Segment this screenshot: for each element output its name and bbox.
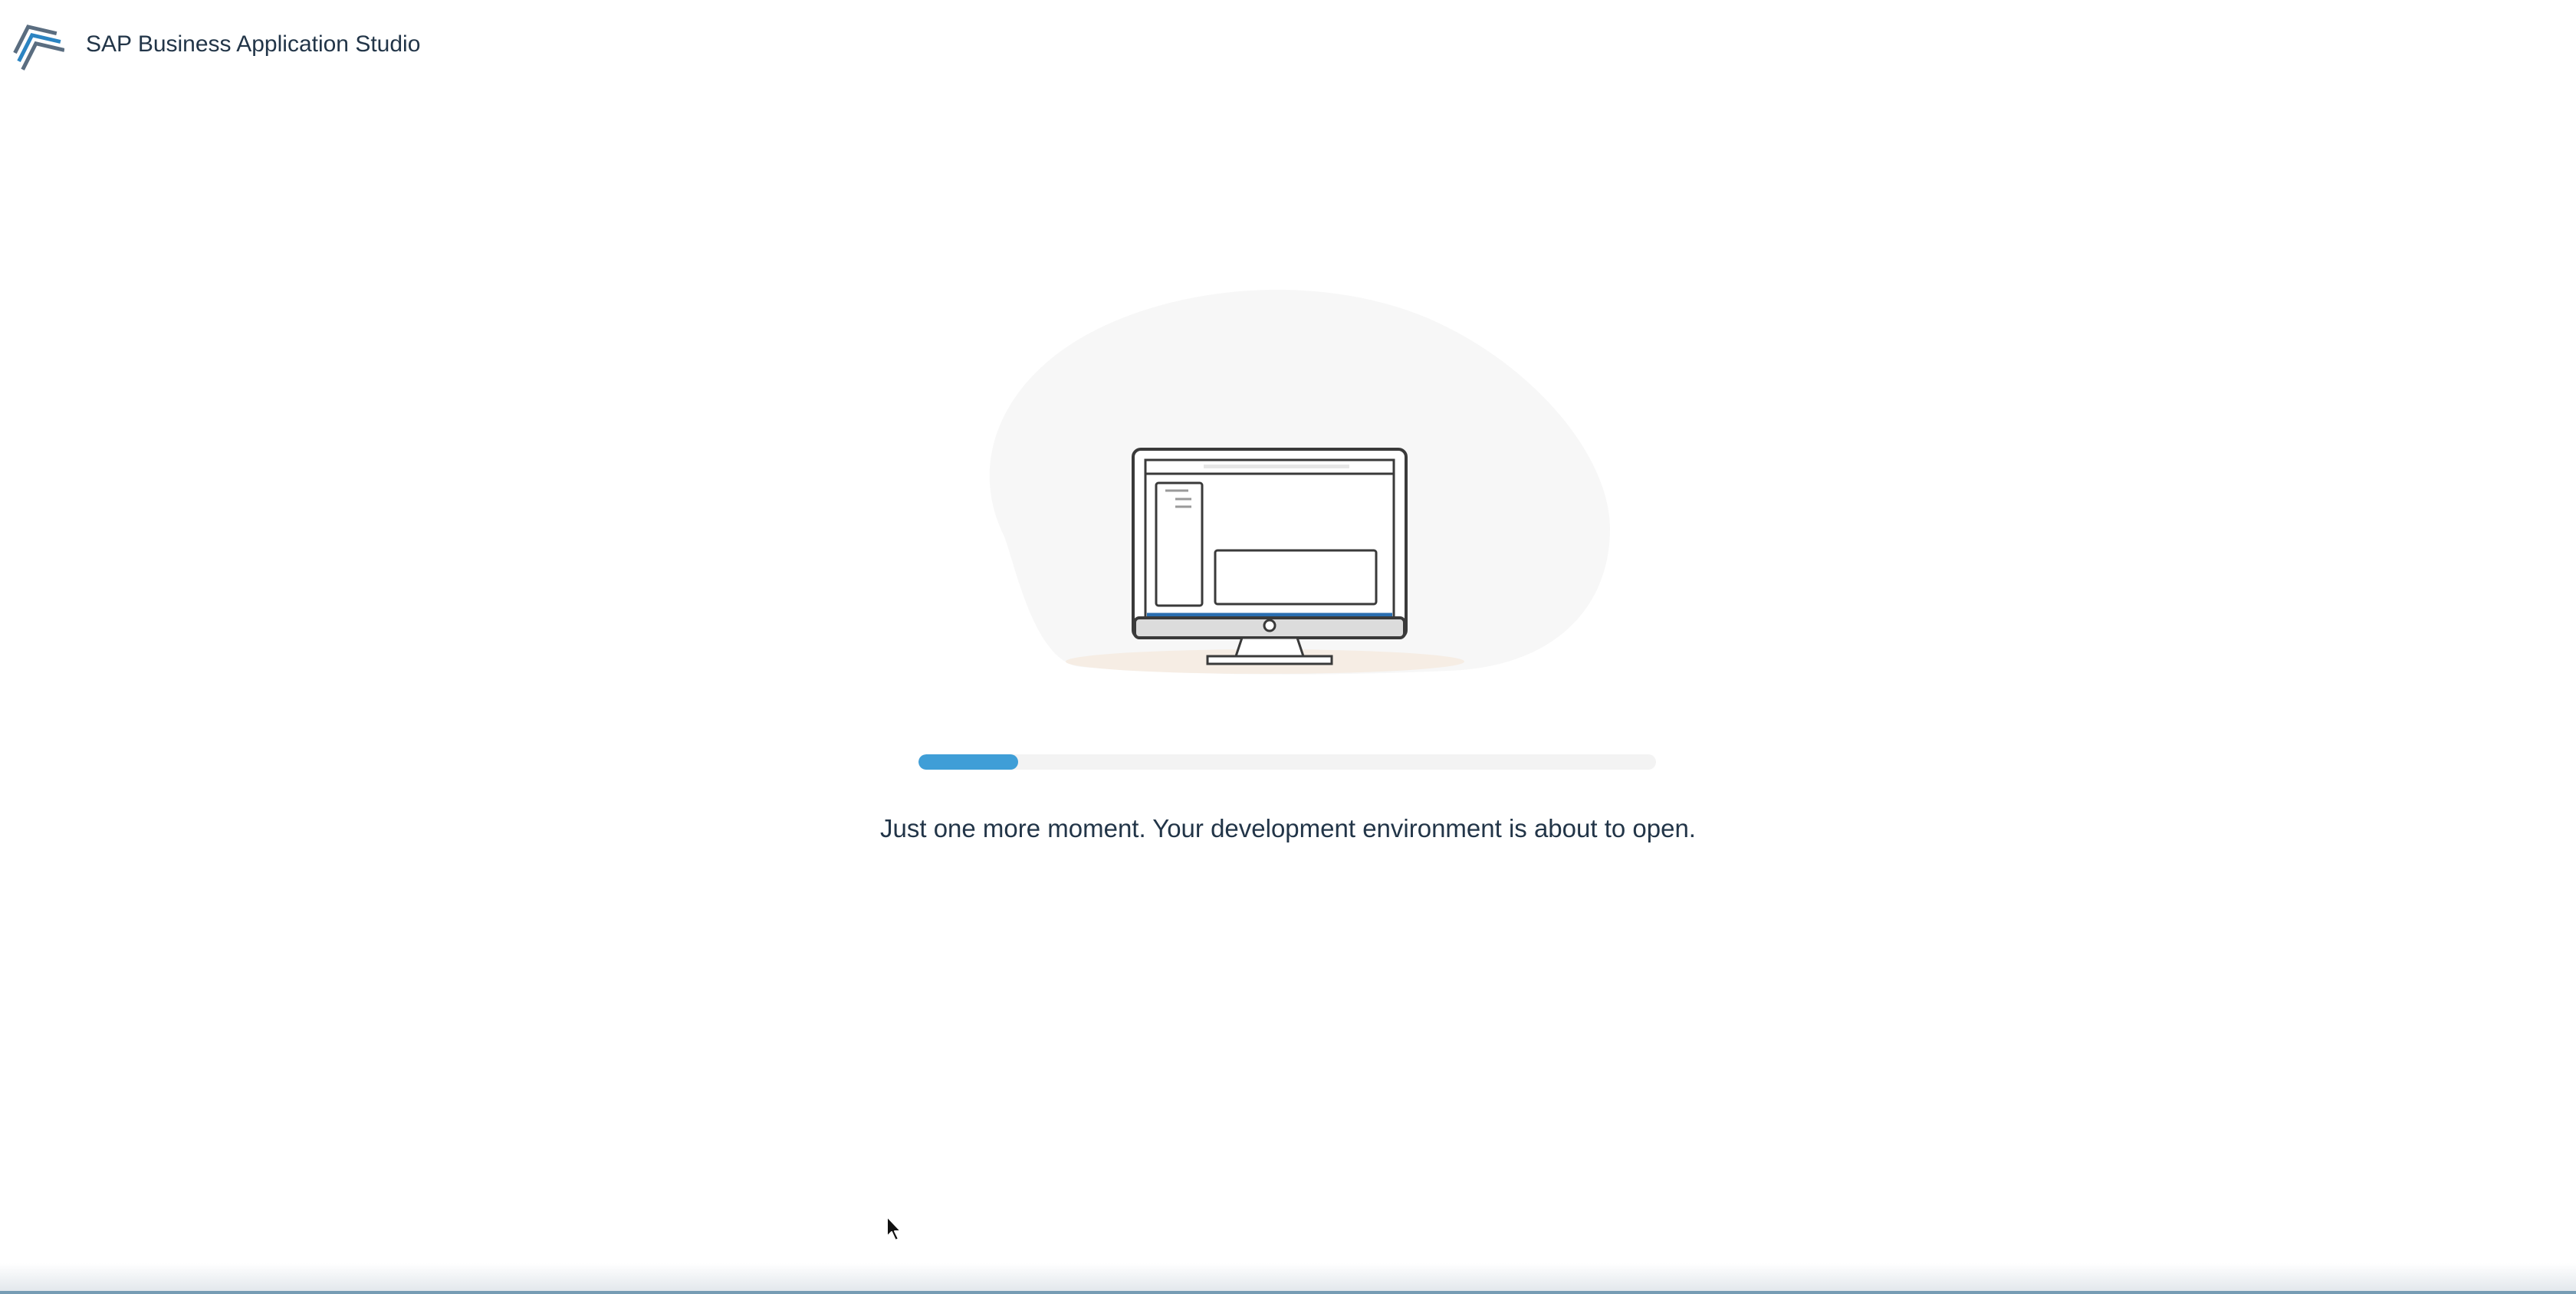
mouse-pointer-icon — [886, 1216, 902, 1241]
progress-bar — [918, 754, 1656, 770]
desktop-monitor-icon — [989, 289, 1610, 675]
progress-bar-fill — [918, 754, 1018, 770]
sap-bas-logo-icon — [13, 25, 64, 71]
loading-status-message: Just one more moment. Your development e… — [880, 814, 1696, 842]
loading-page: SAP Business Application Studio Just one… — [0, 0, 2576, 1294]
bottom-shade — [0, 1263, 2576, 1294]
app-header: SAP Business Application Studio — [0, 0, 2576, 90]
app-title: SAP Business Application Studio — [86, 31, 421, 57]
bottom-edge — [0, 1291, 2576, 1294]
